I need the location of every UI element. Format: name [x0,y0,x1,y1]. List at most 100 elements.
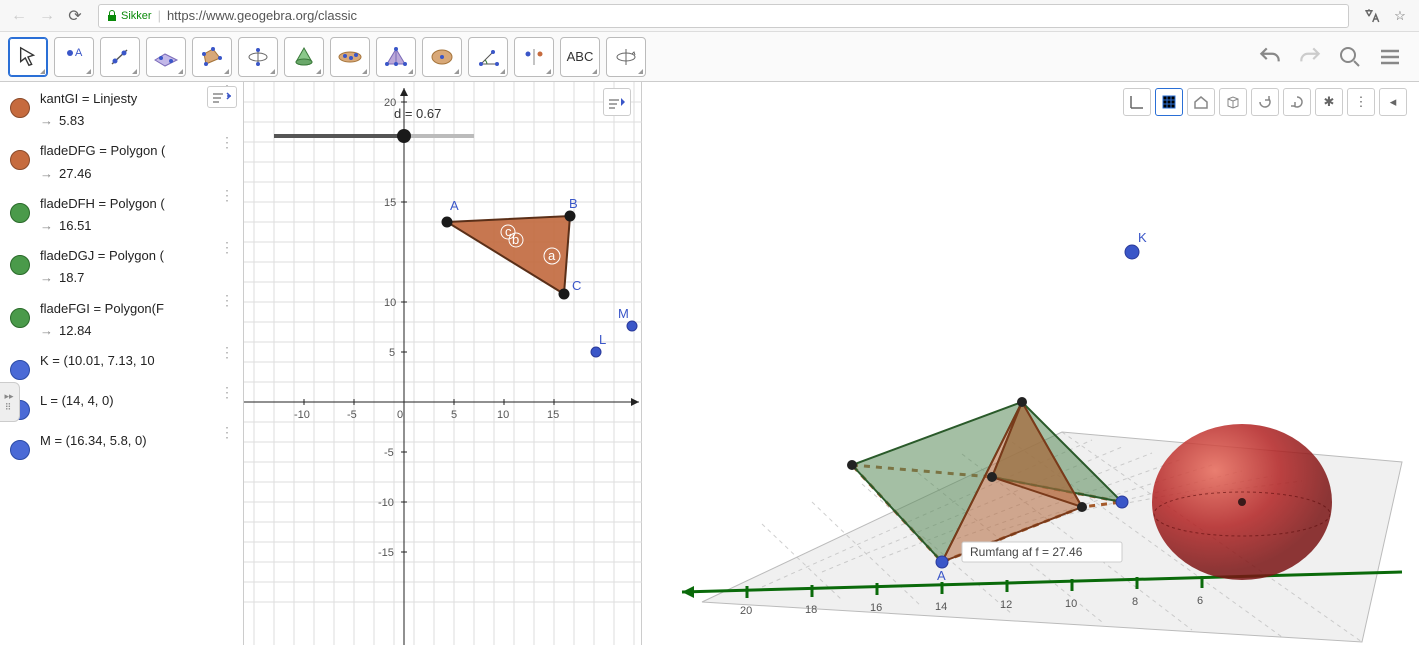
graphics-3d-canvas[interactable]: 20 18 16 14 12 10 8 6 A [642,82,1419,645]
item-menu-icon[interactable]: ⋮ [220,390,235,394]
sb3d-home-icon[interactable] [1187,88,1215,116]
svg-text:c: c [505,224,512,239]
point3d-a[interactable] [936,556,948,568]
point-c[interactable] [559,289,569,299]
main-area: kantGI = Linjesty→5.83⋮fladeDFG = Polygo… [0,82,1419,645]
algebra-item[interactable]: K = (10.01, 7.13, 10⋮ [0,344,243,384]
circle-axis-tool[interactable] [238,37,278,77]
sb3d-axes-icon[interactable] [1123,88,1151,116]
visibility-toggle[interactable] [10,255,30,275]
svg-text:8: 8 [1132,596,1138,608]
sb3d-rotate-icon[interactable] [1251,88,1279,116]
label-m: M [618,306,629,321]
style-bar-2d-icon[interactable] [603,88,631,116]
menu-icon[interactable] [1375,42,1405,72]
svg-text:-10: -10 [294,409,310,421]
algebra-item[interactable]: L = (14, 4, 0)⋮ [0,384,243,424]
algebra-item[interactable]: fladeDFG = Polygon (→27.46⋮ [0,134,243,186]
back-button[interactable]: ← [8,5,30,27]
rotate-view-tool[interactable] [606,37,646,77]
search-icon[interactable] [1335,42,1365,72]
reload-button[interactable]: ⟳ [64,5,86,27]
move-tool[interactable] [8,37,48,77]
point3d-edge[interactable] [1116,496,1128,508]
plane-tool[interactable] [146,37,186,77]
svg-text:-5: -5 [347,409,357,421]
text-tool-label: ABC [567,49,594,64]
label-a: A [450,198,459,213]
algebra-sort-icon[interactable] [207,86,237,108]
graphics-2d-canvas[interactable]: -10 -5 0 5 10 15 20 15 10 5 -5 -10 -15 d [244,82,642,645]
svg-text:-10: -10 [378,497,394,509]
svg-text:a: a [548,248,556,263]
item-menu-icon[interactable]: ⋮ [220,193,235,197]
algebra-value: →27.46 [40,165,239,183]
sphere-center-tool[interactable] [422,37,462,77]
svg-text:12: 12 [1000,599,1012,611]
visibility-toggle[interactable] [10,150,30,170]
algebra-name: fladeDFH = Polygon ( [40,195,239,213]
svg-text:Rumfang af f = 27.46: Rumfang af f = 27.46 [970,545,1083,559]
algebra-name: K = (10.01, 7.13, 10 [40,352,239,370]
sb3d-capture-icon[interactable] [1283,88,1311,116]
visibility-toggle[interactable] [10,203,30,223]
star-icon[interactable]: ☆ [1389,5,1411,27]
point3d-k[interactable] [1125,245,1139,259]
reflect-tool[interactable] [514,37,554,77]
visibility-toggle[interactable] [10,98,30,118]
undo-icon[interactable] [1255,42,1285,72]
item-menu-icon[interactable]: ⋮ [220,350,235,354]
slider-handle[interactable] [397,129,411,143]
svg-text:10: 10 [497,409,509,421]
svg-text:14: 14 [935,601,947,613]
svg-text:5: 5 [451,409,457,421]
sb3d-collapse-icon[interactable]: ◂ [1379,88,1407,116]
sb3d-cube-icon[interactable] [1219,88,1247,116]
graphics-2d-view[interactable]: -10 -5 0 5 10 15 20 15 10 5 -5 -10 -15 d [244,82,642,645]
forward-button[interactable]: → [36,5,58,27]
graphics-3d-view[interactable]: ✱ ⋮ ◂ 20 18 [642,82,1419,645]
algebra-item[interactable]: fladeDFH = Polygon (→16.51⋮ [0,187,243,239]
svg-text:-15: -15 [378,547,394,559]
line-tool[interactable] [100,37,140,77]
cone-tool[interactable] [284,37,324,77]
polygon-tool[interactable] [192,37,232,77]
label3d-k: K [1138,230,1147,245]
sb3d-gear-icon[interactable]: ✱ [1315,88,1343,116]
pyramid-tool[interactable] [376,37,416,77]
algebra-name: fladeDGJ = Polygon ( [40,247,239,265]
sphere-points-tool[interactable] [330,37,370,77]
angle-tool[interactable] [468,37,508,77]
svg-text:18: 18 [805,604,817,616]
visibility-toggle[interactable] [10,360,30,380]
redo-icon[interactable] [1295,42,1325,72]
item-menu-icon[interactable]: ⋮ [220,298,235,302]
point-tool[interactable]: A [54,37,94,77]
svg-text:b: b [512,232,519,247]
svg-text:5: 5 [389,347,395,359]
point-b[interactable] [565,211,575,221]
algebra-item[interactable]: fladeDGJ = Polygon ( →18.7 ⋮ [0,239,243,291]
item-menu-icon[interactable]: ⋮ [220,430,235,434]
sb3d-more-icon[interactable]: ⋮ [1347,88,1375,116]
address-bar[interactable]: Sikker | https://www.geogebra.org/classi… [98,4,1349,28]
label-l: L [599,332,606,347]
item-menu-icon[interactable]: ⋮ [220,245,235,249]
algebra-name: fladeFGI = Polygon(F [40,300,239,318]
svg-text:15: 15 [384,197,396,209]
algebra-item[interactable]: fladeFGI = Polygon(F→12.84⋮ [0,292,243,344]
point-l[interactable] [591,347,601,357]
point-a[interactable] [442,217,452,227]
slider-label: d = 0.67 [394,106,441,121]
translate-icon[interactable] [1361,5,1383,27]
algebra-item[interactable]: M = (16.34, 5.8, 0)⋮ [0,424,243,464]
secure-label: Sikker [121,10,152,22]
item-menu-icon[interactable]: ⋮ [220,140,235,144]
visibility-toggle[interactable] [10,440,30,460]
point-m[interactable] [627,321,637,331]
panel-handle[interactable]: ▸▸ ⠿ [0,382,20,422]
visibility-toggle[interactable] [10,308,30,328]
sb3d-grid-icon[interactable] [1155,88,1183,116]
text-tool[interactable]: ABC [560,37,600,77]
algebra-value: →18.7 [40,269,239,287]
